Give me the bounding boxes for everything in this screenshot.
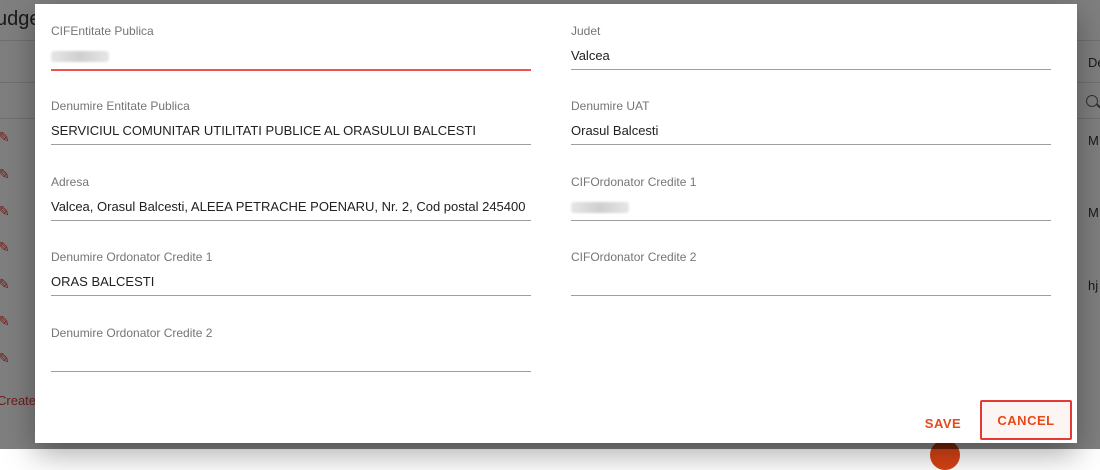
field-value[interactable]: ORAS BALCESTI xyxy=(51,274,154,289)
field-underline xyxy=(51,295,531,296)
field-value[interactable]: Valcea xyxy=(571,48,610,63)
field-label: Denumire Entitate Publica xyxy=(51,99,190,113)
edit-entity-dialog: CIFEntitate Publica Judet Valcea Denumir… xyxy=(35,4,1077,443)
field-label: Denumire Ordonator Credite 2 xyxy=(51,326,213,340)
cancel-button[interactable]: CANCEL xyxy=(980,400,1072,440)
field-underline xyxy=(571,295,1051,296)
field-underline xyxy=(51,220,531,221)
field-value[interactable] xyxy=(51,48,109,63)
field-underline xyxy=(51,69,531,71)
field-label: CIFOrdonator Credite 1 xyxy=(571,175,697,189)
field-underline xyxy=(571,220,1051,221)
save-button[interactable]: SAVE xyxy=(915,411,971,435)
field-label: Judet xyxy=(571,24,601,38)
field-underline xyxy=(571,144,1051,145)
redacted-value xyxy=(571,202,629,214)
field-label: Denumire UAT xyxy=(571,99,650,113)
field-value[interactable] xyxy=(571,199,629,214)
field-underline xyxy=(51,371,531,372)
field-value[interactable]: SERVICIUL COMUNITAR UTILITATI PUBLICE AL… xyxy=(51,123,476,138)
field-label: CIFEntitate Publica xyxy=(51,24,154,38)
field-label: CIFOrdonator Credite 2 xyxy=(571,250,697,264)
field-label: Denumire Ordonator Credite 1 xyxy=(51,250,213,264)
field-value[interactable]: Valcea, Orasul Balcesti, ALEEA PETRACHE … xyxy=(51,199,525,214)
redacted-value xyxy=(51,51,109,63)
field-label: Adresa xyxy=(51,175,90,189)
field-underline xyxy=(571,69,1051,70)
field-value[interactable]: Orasul Balcesti xyxy=(571,123,658,138)
field-underline xyxy=(51,144,531,145)
